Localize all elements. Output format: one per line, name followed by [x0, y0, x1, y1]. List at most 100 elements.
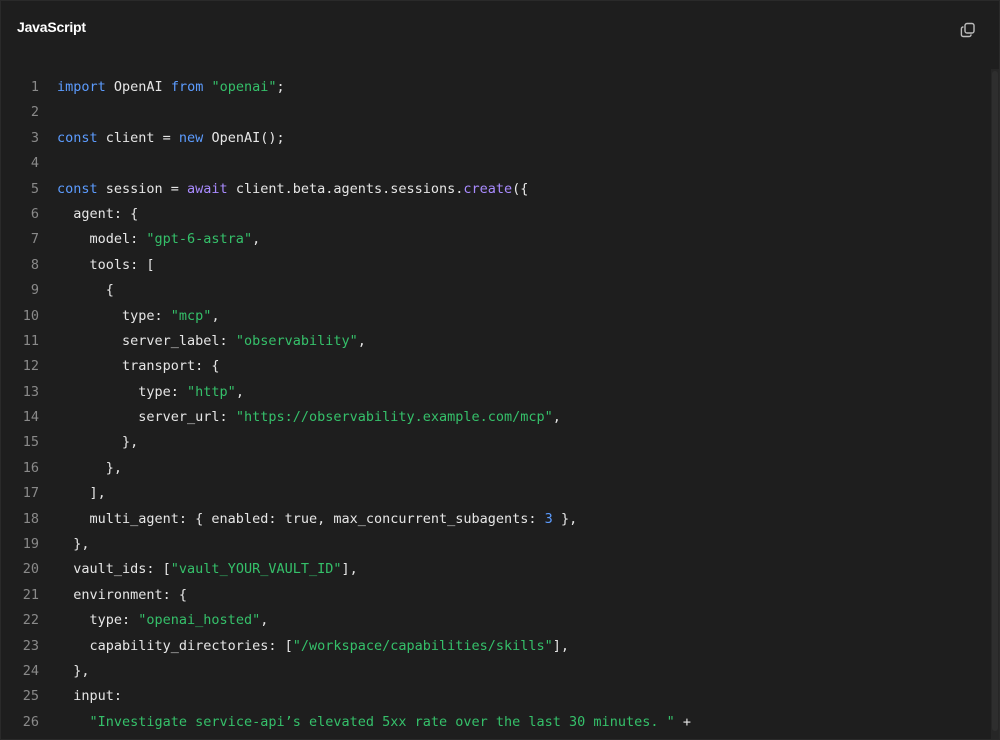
- code-token: type:: [57, 307, 171, 324]
- line-number: 20: [22, 561, 39, 578]
- code-token: import: [57, 79, 106, 95]
- code-line: 6 agent: {: [1, 202, 991, 227]
- code-line: 19 },: [1, 532, 991, 557]
- code-token: ],: [341, 561, 358, 578]
- copy-button[interactable]: [959, 21, 977, 39]
- code-token: client.beta.agents.sessions.: [227, 180, 464, 197]
- code-line: 25 input:: [1, 684, 991, 709]
- code-token: new: [178, 129, 204, 146]
- language-label: JavaScript: [17, 19, 86, 35]
- line-number: 13: [22, 383, 39, 400]
- code-token: },: [552, 510, 578, 527]
- code-token: const: [57, 180, 98, 197]
- code-line: 10 type: "mcp",: [1, 304, 991, 329]
- line-number: 3: [30, 129, 39, 146]
- code-line: 17 ],: [1, 481, 991, 506]
- line-number: 4: [30, 155, 39, 172]
- code-token: },: [57, 434, 139, 451]
- code-line: 3 const client = new OpenAI();: [1, 126, 991, 151]
- code-text: multi_agent: { enabled: true, max_concur…: [57, 507, 578, 532]
- code-text: },: [57, 532, 90, 557]
- code-text: type: "openai_hosted",: [57, 608, 269, 633]
- line-number: 12: [22, 358, 39, 375]
- line-number: 22: [22, 612, 39, 629]
- code-token: ,: [252, 231, 261, 248]
- code-line: 9 {: [1, 278, 991, 303]
- code-area[interactable]: 1 import OpenAI from "openai"; 2 3 const cli…: [1, 75, 991, 739]
- code-text: environment: {: [57, 583, 187, 608]
- line-number: 9: [30, 282, 39, 299]
- code-text: type: "http",: [57, 380, 244, 405]
- code-token: from: [170, 79, 204, 95]
- code-text: server_label: "observability",: [57, 329, 366, 354]
- code-token: type:: [57, 612, 139, 629]
- code-token: create: [463, 180, 513, 197]
- code-token: "Investigate service-api’s elevated 5xx …: [89, 713, 675, 730]
- code-token: "vault_YOUR_VAULT_ID": [170, 561, 342, 578]
- line-number: 19: [22, 536, 39, 553]
- code-text: transport: {: [57, 354, 220, 379]
- code-token: },: [57, 662, 90, 679]
- code-line: 23 capability_directories: ["/workspace/…: [1, 634, 991, 659]
- code-token: ({: [512, 180, 529, 197]
- line-number: 14: [22, 409, 39, 426]
- code-token: ],: [552, 637, 570, 654]
- code-token: "observability": [235, 332, 358, 349]
- code-text: },: [57, 659, 90, 684]
- line-number: 17: [22, 485, 39, 502]
- code-text: {: [57, 278, 114, 303]
- line-number: 11: [22, 332, 39, 349]
- line-number: 26: [22, 713, 39, 730]
- code-text: input:: [57, 684, 122, 709]
- line-number: 7: [30, 231, 39, 248]
- code-token: OpenAI();: [203, 129, 285, 146]
- code-line: 8 tools: [: [1, 253, 991, 278]
- code-line: 5 const session = await client.beta.agent…: [1, 177, 991, 202]
- code-token: +: [674, 713, 691, 730]
- line-number: 15: [22, 434, 39, 451]
- code-token: server_label:: [57, 332, 236, 349]
- code-text: vault_ids: ["vault_YOUR_VAULT_ID"],: [57, 557, 358, 582]
- line-number: 1: [30, 79, 39, 95]
- code-line: 7 model: "gpt-6-astra",: [1, 227, 991, 252]
- code-line: 14 server_url: "https://observability.ex…: [1, 405, 991, 430]
- code-token: "openai": [211, 79, 277, 95]
- code-block-panel: JavaScript 1 import OpenAI from "openai";…: [0, 0, 1000, 740]
- line-number: 6: [30, 205, 39, 222]
- code-text: type: "mcp",: [57, 304, 220, 329]
- vertical-scrollbar[interactable]: [991, 69, 999, 739]
- code-line: 22 type: "openai_hosted",: [1, 608, 991, 633]
- scrollbar-thumb[interactable]: [992, 71, 998, 731]
- code-token: ,: [211, 307, 220, 324]
- code-line: 26 "Investigate service-api’s elevated 5…: [1, 710, 991, 735]
- code-token: "openai_hosted": [138, 612, 261, 629]
- code-token: },: [57, 536, 90, 553]
- code-token: capability_directories: [: [57, 637, 293, 654]
- code-token: "https://observability.example.com/mcp": [235, 409, 553, 426]
- code-token: OpenAI: [105, 79, 171, 95]
- code-token: tools: [: [57, 256, 155, 273]
- code-token: "gpt-6-astra": [146, 231, 253, 248]
- line-number: 8: [30, 256, 39, 273]
- code-token: ;: [276, 79, 285, 95]
- code-token: environment: {: [57, 586, 188, 603]
- code-line: 15 },: [1, 430, 991, 455]
- code-token: const: [57, 129, 98, 146]
- code-token: client =: [97, 129, 179, 146]
- code-token: "/workspace/capabilities/skills": [292, 637, 553, 654]
- code-token: ,: [552, 409, 561, 426]
- code-token: vault_ids: [: [57, 561, 171, 578]
- line-number: 2: [30, 104, 39, 121]
- code-text: import OpenAI from "openai";: [57, 75, 285, 100]
- code-line: 24 },: [1, 659, 991, 684]
- code-line: 13 type: "http",: [1, 380, 991, 405]
- code-line: 18 multi_agent: { enabled: true, max_con…: [1, 507, 991, 532]
- line-number: 21: [22, 586, 39, 603]
- code-token: 3: [544, 510, 553, 527]
- code-token: transport: {: [57, 358, 220, 375]
- code-token: model:: [57, 231, 147, 248]
- code-text: const client = new OpenAI();: [57, 126, 285, 151]
- code-block-header: JavaScript: [1, 1, 999, 57]
- code-text: agent: {: [57, 202, 138, 227]
